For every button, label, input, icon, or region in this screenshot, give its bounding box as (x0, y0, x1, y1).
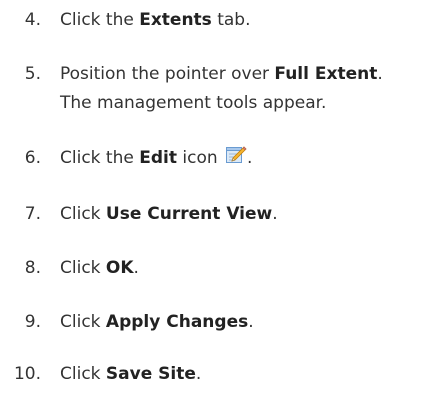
step-text: Click Use Current View. (60, 204, 278, 224)
step-number: 8. (24, 258, 41, 278)
step-number: 4. (24, 10, 41, 30)
ui-term-save-site: Save Site (105, 364, 196, 384)
step-number: 5. (24, 64, 41, 84)
step-text: Click Save Site. (60, 364, 202, 384)
instruction-steps: 4. Click the Extents tab. 5. Position th… (0, 0, 446, 399)
step-number: 10. (13, 364, 41, 384)
step-number: 9. (24, 312, 41, 332)
ui-term-extents: Extents (139, 10, 212, 30)
step-number: 6. (24, 148, 41, 168)
step-text: Click the Edit icon . (60, 144, 252, 173)
ui-term-apply-changes: Apply Changes (105, 312, 249, 332)
edit-pencil-icon (226, 146, 247, 163)
step-text: Click OK. (60, 258, 139, 278)
ui-term-full-extent: Full Extent (274, 64, 378, 84)
step-text: Position the pointer over Full Extent. (60, 64, 383, 84)
ui-term-ok: OK (105, 258, 134, 278)
step-text: Click the Extents tab. (60, 10, 251, 30)
step-number: 7. (24, 204, 41, 224)
ui-term-use-current-view: Use Current View (105, 204, 273, 224)
ui-term-edit: Edit (139, 148, 177, 168)
step-text: Click Apply Changes. (60, 312, 254, 332)
step-result-text: The management tools appear. (60, 93, 327, 113)
